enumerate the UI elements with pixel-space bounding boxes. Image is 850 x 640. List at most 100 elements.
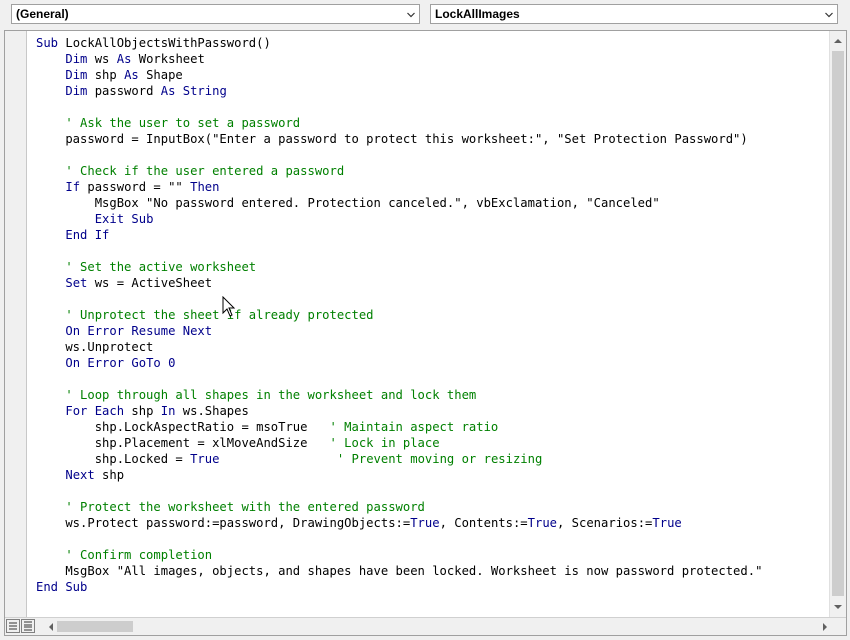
- vertical-scroll-thumb[interactable]: [832, 51, 844, 596]
- code-line[interactable]: ' Ask the user to set a password: [36, 115, 828, 131]
- code-line[interactable]: On Error GoTo 0: [36, 355, 828, 371]
- code-line[interactable]: On Error Resume Next: [36, 323, 828, 339]
- object-combo[interactable]: (General): [11, 4, 420, 24]
- code-text: , Contents:=: [439, 516, 528, 530]
- code-line[interactable]: Next shp: [36, 467, 828, 483]
- code-text: Shape: [138, 68, 183, 82]
- code-comment: ' Lock in place: [329, 436, 440, 450]
- code-comment: ' Confirm completion: [36, 548, 213, 562]
- procedure-combo[interactable]: LockAllImages: [430, 4, 838, 24]
- code-line[interactable]: If password = "" Then: [36, 179, 828, 195]
- code-keyword: For Each: [65, 404, 125, 418]
- scroll-right-icon[interactable]: [817, 619, 833, 635]
- code-editor[interactable]: Sub LockAllObjectsWithPassword() Dim ws …: [4, 30, 847, 636]
- code-keyword: As: [116, 52, 132, 66]
- code-line[interactable]: ' Unprotect the sheet if already protect…: [36, 307, 828, 323]
- code-window[interactable]: Sub LockAllObjectsWithPassword() Dim ws …: [36, 35, 828, 615]
- code-line[interactable]: Sub LockAllObjectsWithPassword(): [36, 35, 828, 51]
- procedure-combo-value: LockAllImages: [435, 7, 520, 21]
- code-line[interactable]: [36, 291, 828, 307]
- code-text: ws.Shapes: [175, 404, 249, 418]
- full-module-view-icon[interactable]: [21, 619, 35, 633]
- code-line[interactable]: Dim shp As Shape: [36, 67, 828, 83]
- code-keyword: In: [160, 404, 176, 418]
- size-grip: [833, 618, 846, 635]
- code-line[interactable]: [36, 99, 828, 115]
- code-keyword: True: [652, 516, 682, 530]
- bottom-bar: [5, 617, 846, 635]
- code-text: password = InputBox("Enter a password to…: [36, 132, 748, 146]
- code-comment: ' Unprotect the sheet if already protect…: [36, 308, 374, 322]
- code-keyword: Dim: [65, 84, 88, 98]
- code-line[interactable]: [36, 243, 828, 259]
- procedure-view-icon[interactable]: [6, 619, 20, 633]
- code-comment: ' Ask the user to set a password: [36, 116, 301, 130]
- code-text: shp.LockAspectRatio = msoTrue: [36, 420, 330, 434]
- code-keyword: True: [527, 516, 557, 530]
- code-line[interactable]: Dim ws As Worksheet: [36, 51, 828, 67]
- code-keyword: Dim: [65, 68, 88, 82]
- code-line[interactable]: Dim password As String: [36, 83, 828, 99]
- margin-indicator-bar[interactable]: [5, 31, 27, 617]
- code-line[interactable]: ' Confirm completion: [36, 547, 828, 563]
- code-comment: ' Set the active worksheet: [36, 260, 257, 274]
- horizontal-scroll-thumb[interactable]: [57, 621, 133, 632]
- code-line[interactable]: MsgBox "No password entered. Protection …: [36, 195, 828, 211]
- code-comment: ' Prevent moving or resizing: [336, 452, 543, 466]
- code-line[interactable]: [36, 483, 828, 499]
- code-line[interactable]: End Sub: [36, 579, 828, 595]
- code-text: LockAllObjectsWithPassword(): [65, 36, 271, 50]
- arrow-pointer-icon: [222, 296, 236, 317]
- scroll-down-icon[interactable]: [830, 599, 846, 615]
- code-keyword: End Sub: [36, 580, 88, 594]
- code-keyword: True: [410, 516, 440, 530]
- code-keyword: True: [190, 452, 220, 466]
- code-line[interactable]: ws.Protect password:=password, DrawingOb…: [36, 515, 828, 531]
- code-text: password: [87, 84, 161, 98]
- code-line[interactable]: password = InputBox("Enter a password to…: [36, 131, 828, 147]
- code-line[interactable]: MsgBox "All images, objects, and shapes …: [36, 563, 828, 579]
- code-line[interactable]: shp.LockAspectRatio = msoTrue ' Maintain…: [36, 419, 828, 435]
- code-line[interactable]: ws.Unprotect: [36, 339, 828, 355]
- code-text: password = "": [80, 180, 191, 194]
- code-text: ws: [87, 52, 117, 66]
- chevron-down-icon: [407, 12, 415, 18]
- code-line[interactable]: ' Loop through all shapes in the workshe…: [36, 387, 828, 403]
- code-text: MsgBox "No password entered. Protection …: [36, 196, 660, 210]
- code-text: MsgBox "All images, objects, and shapes …: [36, 564, 763, 578]
- code-line[interactable]: [36, 371, 828, 387]
- code-line[interactable]: shp.Placement = xlMoveAndSize ' Lock in …: [36, 435, 828, 451]
- code-keyword: If: [65, 180, 81, 194]
- code-line[interactable]: [36, 531, 828, 547]
- code-line[interactable]: Exit Sub: [36, 211, 828, 227]
- code-line[interactable]: [36, 147, 828, 163]
- code-text: , Scenarios:=: [557, 516, 653, 530]
- code-text: ws.Protect password:=password, DrawingOb…: [36, 516, 411, 530]
- code-keyword: As String: [160, 84, 227, 98]
- code-text: shp.Placement = xlMoveAndSize: [36, 436, 330, 450]
- code-text: ws = ActiveSheet: [87, 276, 213, 290]
- code-line[interactable]: shp.Locked = True ' Prevent moving or re…: [36, 451, 828, 467]
- chevron-down-icon: [825, 12, 833, 18]
- code-line[interactable]: End If: [36, 227, 828, 243]
- code-keyword: Exit Sub: [94, 212, 154, 226]
- scroll-up-icon[interactable]: [830, 33, 846, 49]
- code-keyword: Then: [190, 180, 220, 194]
- code-line[interactable]: ' Protect the worksheet with the entered…: [36, 499, 828, 515]
- code-line[interactable]: For Each shp In ws.Shapes: [36, 403, 828, 419]
- vertical-scrollbar[interactable]: [829, 31, 846, 617]
- code-keyword: As: [124, 68, 139, 82]
- code-line[interactable]: ' Set the active worksheet: [36, 259, 828, 275]
- code-line[interactable]: ' Check if the user entered a password: [36, 163, 828, 179]
- code-comment: ' Loop through all shapes in the workshe…: [36, 388, 477, 402]
- code-line[interactable]: Set ws = ActiveSheet: [36, 275, 828, 291]
- code-keyword: Dim: [65, 52, 88, 66]
- code-keyword: Next: [65, 468, 95, 482]
